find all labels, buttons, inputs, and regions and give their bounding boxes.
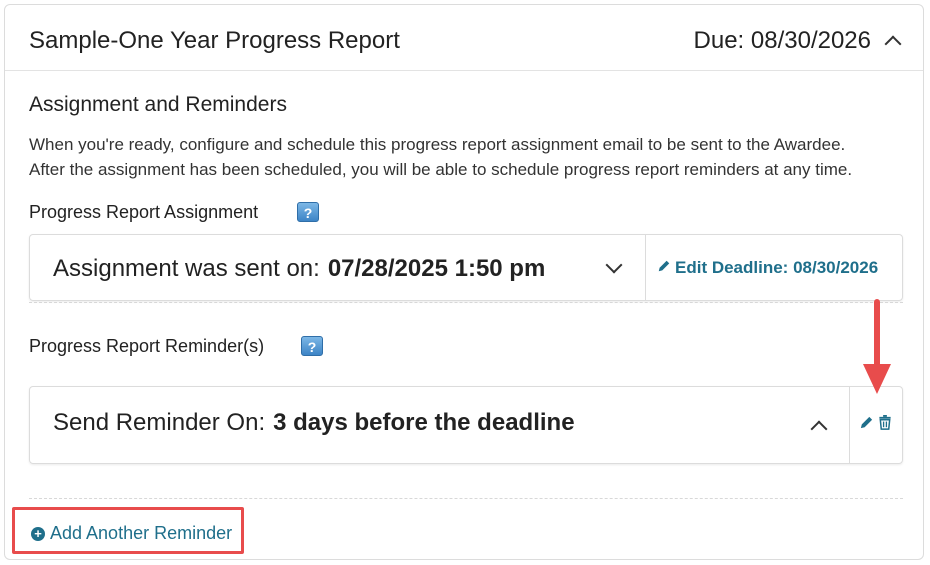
arrow-down-icon xyxy=(863,299,891,394)
edit-deadline-label: Edit Deadline: 08/30/2026 xyxy=(675,258,879,277)
reminders-label: Progress Report Reminder(s) xyxy=(29,336,265,356)
divider xyxy=(29,302,903,303)
reminder-panel: Send Reminder On: 3 days before the deadl… xyxy=(29,386,903,464)
chevron-up-icon[interactable] xyxy=(884,35,902,53)
reminder-value: 3 days before the deadline xyxy=(273,409,575,436)
assignment-panel: Assignment was sent on: 07/28/2025 1:50 p… xyxy=(29,234,903,301)
reminder-actions xyxy=(859,415,892,435)
description-line: When you're ready, configure and schedul… xyxy=(29,135,846,154)
pencil-icon xyxy=(658,260,670,272)
help-icon[interactable]: ? xyxy=(301,336,323,356)
chevron-up-icon[interactable] xyxy=(810,420,828,438)
trash-icon[interactable] xyxy=(878,415,892,430)
reminder-label: Send Reminder On: xyxy=(53,409,266,436)
assignment-toggle[interactable]: Assignment was sent on: 07/28/2025 1:50 p… xyxy=(30,235,646,300)
assignment-label: Progress Report Assignment xyxy=(29,202,259,222)
section-description: When you're ready, configure and schedul… xyxy=(29,132,909,182)
section-title: Assignment and Reminders xyxy=(29,93,287,116)
reminder-status: Send Reminder On: 3 days before the deadl… xyxy=(53,409,575,437)
assignment-status: Assignment was sent on: 07/28/2025 1:50 p… xyxy=(53,255,545,283)
due-date: Due: 08/30/2026 xyxy=(693,27,871,54)
progress-report-card: Sample-One Year Progress Report Due: 08/… xyxy=(4,4,924,560)
assignment-sent-value: 07/28/2025 1:50 pm xyxy=(327,255,546,282)
edit-deadline-link[interactable]: Edit Deadline: 08/30/2026 xyxy=(657,258,878,278)
card-header[interactable]: Sample-One Year Progress Report Due: 08/… xyxy=(5,5,923,71)
chevron-down-icon[interactable] xyxy=(605,256,623,274)
pencil-icon[interactable] xyxy=(859,415,874,430)
divider xyxy=(29,498,903,499)
help-icon[interactable]: ? xyxy=(297,202,319,222)
description-line: After the assignment has been scheduled,… xyxy=(29,160,853,179)
report-title: Sample-One Year Progress Report xyxy=(29,27,400,54)
reminder-toggle[interactable]: Send Reminder On: 3 days before the deadl… xyxy=(30,387,850,463)
assignment-sent-label: Assignment was sent on: xyxy=(53,255,320,282)
annotation-highlight-box xyxy=(12,507,244,554)
